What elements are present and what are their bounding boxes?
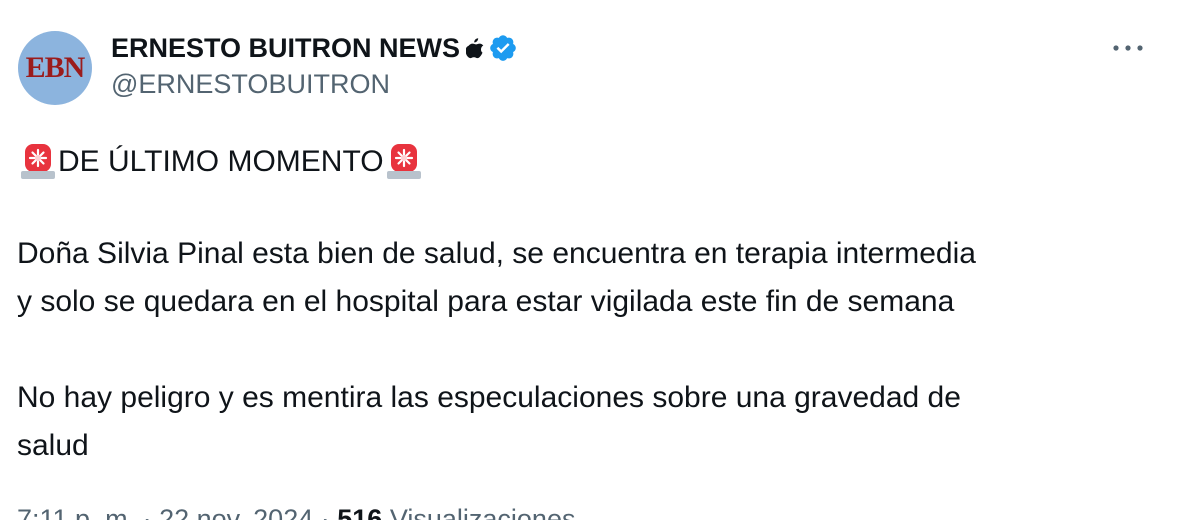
tweet-text-line: Doña Silvia Pinal esta bien de salud, se… xyxy=(17,237,976,270)
police-light-icon xyxy=(386,144,421,179)
avatar[interactable]: EBN xyxy=(18,31,92,105)
meta-separator: · xyxy=(320,504,330,520)
tweet-text-line: salud xyxy=(17,429,89,462)
author-display-name[interactable]: ERNESTO BUITRON NEWS xyxy=(111,33,460,64)
meta-separator: · xyxy=(142,504,152,520)
views-label: Visualizaciones xyxy=(389,504,576,520)
police-light-icon xyxy=(21,144,55,179)
apple-icon xyxy=(466,38,484,59)
avatar-logo-text: EBN xyxy=(25,51,86,84)
views-count: 516 xyxy=(337,504,383,520)
tweet-date[interactable]: 22 nov. 2024 xyxy=(159,504,313,520)
tweet-time[interactable]: 7:11 p. m. xyxy=(17,504,135,520)
author-handle[interactable]: @ERNESTOBUITRON xyxy=(111,69,390,100)
tweet-headline-row: DE ÚLTIMO MOMENTO xyxy=(18,142,424,180)
tweet-text-line: y solo se quedara en el hospital para es… xyxy=(17,285,955,318)
author-name-row: ERNESTO BUITRON NEWS xyxy=(111,29,518,67)
tweet-text-line: No hay peligro y es mentira las especula… xyxy=(17,381,961,414)
verified-badge-icon[interactable] xyxy=(488,33,518,63)
tweet-headline: DE ÚLTIMO MOMENTO xyxy=(58,145,384,178)
more-horizontal-icon[interactable] xyxy=(1110,36,1146,60)
tweet-meta: 7:11 p. m. · 22 nov. 2024 · 516 Visualiz… xyxy=(17,504,575,520)
